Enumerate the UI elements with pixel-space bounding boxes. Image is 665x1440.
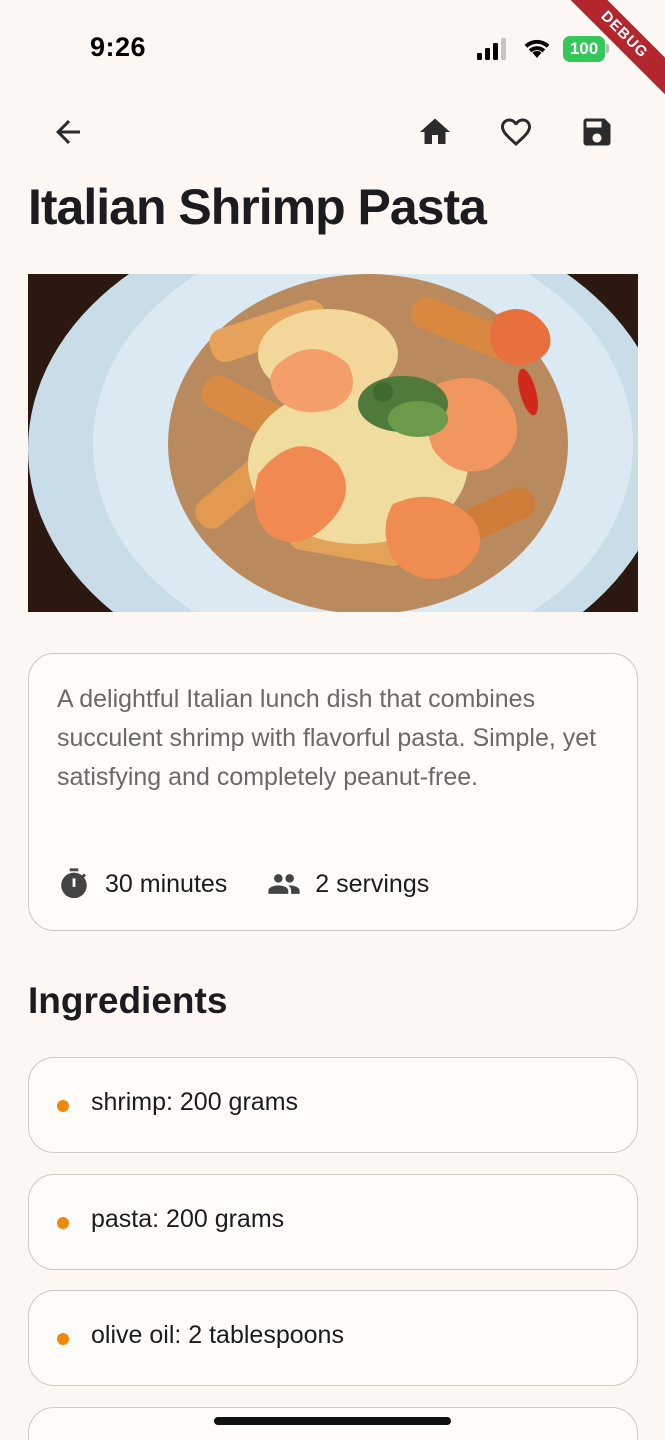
battery-indicator: 100 <box>563 36 609 62</box>
servings: 2 servings <box>267 867 429 901</box>
people-icon <box>268 874 300 894</box>
app-bar <box>0 104 665 160</box>
recipe-image <box>28 274 638 612</box>
servings-text: 2 servings <box>315 869 430 898</box>
cook-time: 30 minutes <box>57 867 227 901</box>
wifi-icon <box>524 39 550 58</box>
favorite-button[interactable] <box>488 104 544 160</box>
bullet-dot-icon <box>57 1100 69 1112</box>
heart-outline-icon <box>501 118 531 147</box>
signal-icon <box>477 38 506 60</box>
status-time: 9:26 <box>90 32 147 62</box>
recipe-description: A delightful Italian lunch dish that com… <box>57 685 597 791</box>
ingredient-item: olive oil: 2 tablespoons <box>28 1290 638 1386</box>
save-button[interactable] <box>569 104 625 160</box>
arrow-back-icon <box>56 120 80 144</box>
save-icon <box>583 118 611 146</box>
ingredient-text: shrimp: 200 grams <box>91 1088 299 1116</box>
ingredient-item: pasta: 200 grams <box>28 1174 638 1270</box>
home-icon <box>420 118 450 144</box>
timer-icon <box>61 868 87 899</box>
recipe-detail-screen: 9:26 100 DEBUG Italian Shrimp Pasta A de… <box>0 0 665 1440</box>
home-indicator[interactable] <box>214 1417 451 1425</box>
recipe-meta: 30 minutes 2 servings <box>57 864 429 904</box>
battery-level: 100 <box>569 39 599 58</box>
pasta-dish-illustration <box>28 274 638 612</box>
ingredients-heading: Ingredients <box>28 980 228 1021</box>
back-button[interactable] <box>40 104 96 160</box>
cook-time-text: 30 minutes <box>105 869 228 898</box>
ingredient-text: olive oil: 2 tablespoons <box>91 1321 344 1349</box>
bullet-dot-icon <box>57 1333 69 1345</box>
ingredient-text: pasta: 200 grams <box>91 1205 285 1233</box>
bullet-dot-icon <box>57 1217 69 1229</box>
recipe-title: Italian Shrimp Pasta <box>28 179 487 235</box>
ingredient-item: shrimp: 200 grams <box>28 1057 638 1153</box>
recipe-info-card: A delightful Italian lunch dish that com… <box>28 653 638 931</box>
home-button[interactable] <box>407 104 463 160</box>
status-bar: 9:26 100 <box>0 0 665 100</box>
